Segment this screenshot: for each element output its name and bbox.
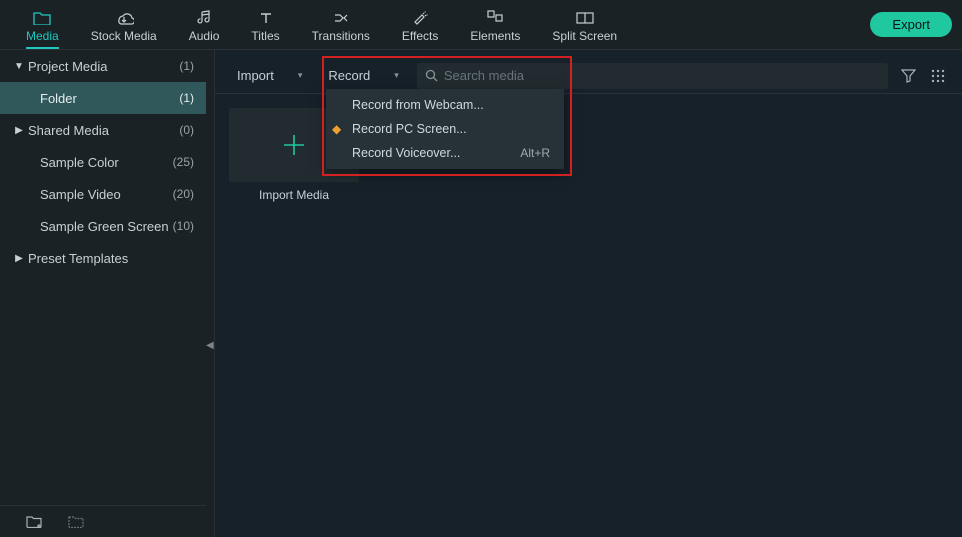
tab-effects[interactable]: Effects	[386, 0, 454, 49]
search-icon	[425, 69, 438, 82]
tab-label: Media	[26, 29, 59, 43]
tab-transitions[interactable]: Transitions	[296, 0, 386, 49]
text-icon	[259, 9, 273, 27]
tab-titles[interactable]: Titles	[235, 0, 295, 49]
sidebar-item-label: Sample Color	[40, 155, 173, 170]
tab-label: Transitions	[312, 29, 370, 43]
search-input[interactable]	[444, 68, 880, 83]
sidebar-item-label: Sample Green Screen	[40, 219, 173, 234]
sidebar-item-sample-color[interactable]: Sample Color(25)	[0, 146, 206, 178]
sidebar-item-shared-media[interactable]: ▶Shared Media(0)	[0, 114, 206, 146]
new-folder-icon[interactable]	[24, 512, 44, 532]
sidebar-item-folder[interactable]: Folder(1)	[0, 82, 206, 114]
chevron-right-icon: ▶	[12, 125, 26, 136]
tab-media[interactable]: Media	[10, 0, 75, 49]
folder-icon	[33, 9, 51, 27]
sidebar-item-count: (0)	[179, 123, 194, 137]
cloud-download-icon	[114, 9, 134, 27]
elements-icon	[487, 9, 503, 27]
tab-audio[interactable]: Audio	[173, 0, 236, 49]
export-button[interactable]: Export	[870, 12, 952, 37]
record-menu: Record from Webcam... ◆ Record PC Screen..…	[326, 89, 564, 169]
menu-item-label: Record PC Screen...	[352, 122, 467, 136]
tab-label: Effects	[402, 29, 438, 43]
tab-label: Titles	[251, 29, 279, 43]
tab-label: Elements	[470, 29, 520, 43]
import-media-label: Import Media	[259, 188, 329, 202]
menu-item-label: Record from Webcam...	[352, 98, 484, 112]
sidebar-item-label: Preset Templates	[28, 251, 194, 266]
top-toolbar: Media Stock Media Audio Titles Transitio…	[0, 0, 962, 49]
tab-elements[interactable]: Elements	[454, 0, 536, 49]
sidebar-item-project-media[interactable]: ▼Project Media(1)	[0, 50, 206, 82]
tab-label: Split Screen	[552, 29, 617, 43]
record-menu-item-2[interactable]: Record Voiceover... Alt+R	[326, 141, 564, 165]
premium-diamond-icon: ◆	[332, 122, 341, 136]
export-label: Export	[892, 17, 930, 32]
sidebar-item-sample-video[interactable]: Sample Video(20)	[0, 178, 206, 210]
sidebar: ▼Project Media(1)Folder(1)▶Shared Media(…	[0, 50, 206, 537]
chevron-right-icon: ▶	[12, 253, 26, 264]
chevron-down-icon: ▼	[12, 61, 26, 72]
sidebar-item-count: (25)	[173, 155, 194, 169]
tab-label: Audio	[189, 29, 220, 43]
sidebar-item-label: Sample Video	[40, 187, 173, 202]
tab-split-screen[interactable]: Split Screen	[536, 0, 633, 49]
sidebar-item-label: Shared Media	[28, 123, 179, 138]
record-menu-item-1[interactable]: ◆ Record PC Screen...	[326, 117, 564, 141]
chevron-down-icon: ▾	[298, 70, 303, 81]
sidebar-item-label: Project Media	[28, 59, 179, 74]
sidebar-item-count: (1)	[179, 91, 194, 105]
grid-view-icon[interactable]	[928, 66, 948, 86]
sidebar-item-count: (1)	[179, 59, 194, 73]
split-screen-icon	[576, 9, 594, 27]
sidebar-item-count: (10)	[173, 219, 194, 233]
transitions-icon	[333, 9, 349, 27]
tab-stock-media[interactable]: Stock Media	[75, 0, 173, 49]
record-label: Record	[328, 68, 370, 83]
sidebar-collapse-handle[interactable]: ◀	[206, 50, 214, 537]
music-note-icon	[196, 9, 212, 27]
filter-icon[interactable]	[898, 66, 918, 86]
record-dropdown[interactable]: Record ▾	[320, 64, 406, 87]
sidebar-item-preset-templates[interactable]: ▶Preset Templates	[0, 242, 206, 274]
chevron-left-icon: ◀	[206, 340, 214, 351]
sidebar-bottom	[0, 505, 206, 537]
sidebar-item-label: Folder	[40, 91, 179, 106]
tab-label: Stock Media	[91, 29, 157, 43]
record-menu-item-0[interactable]: Record from Webcam...	[326, 93, 564, 117]
chevron-down-icon: ▾	[394, 70, 399, 81]
menu-item-label: Record Voiceover...	[352, 146, 460, 160]
effects-icon	[412, 9, 428, 27]
sidebar-item-count: (20)	[173, 187, 194, 201]
delete-folder-icon[interactable]	[66, 512, 86, 532]
import-dropdown[interactable]: Import ▾	[229, 64, 310, 87]
search-field[interactable]	[417, 63, 888, 89]
import-label: Import	[237, 68, 274, 83]
sidebar-item-sample-green-screen[interactable]: Sample Green Screen(10)	[0, 210, 206, 242]
menu-item-shortcut: Alt+R	[520, 146, 550, 160]
